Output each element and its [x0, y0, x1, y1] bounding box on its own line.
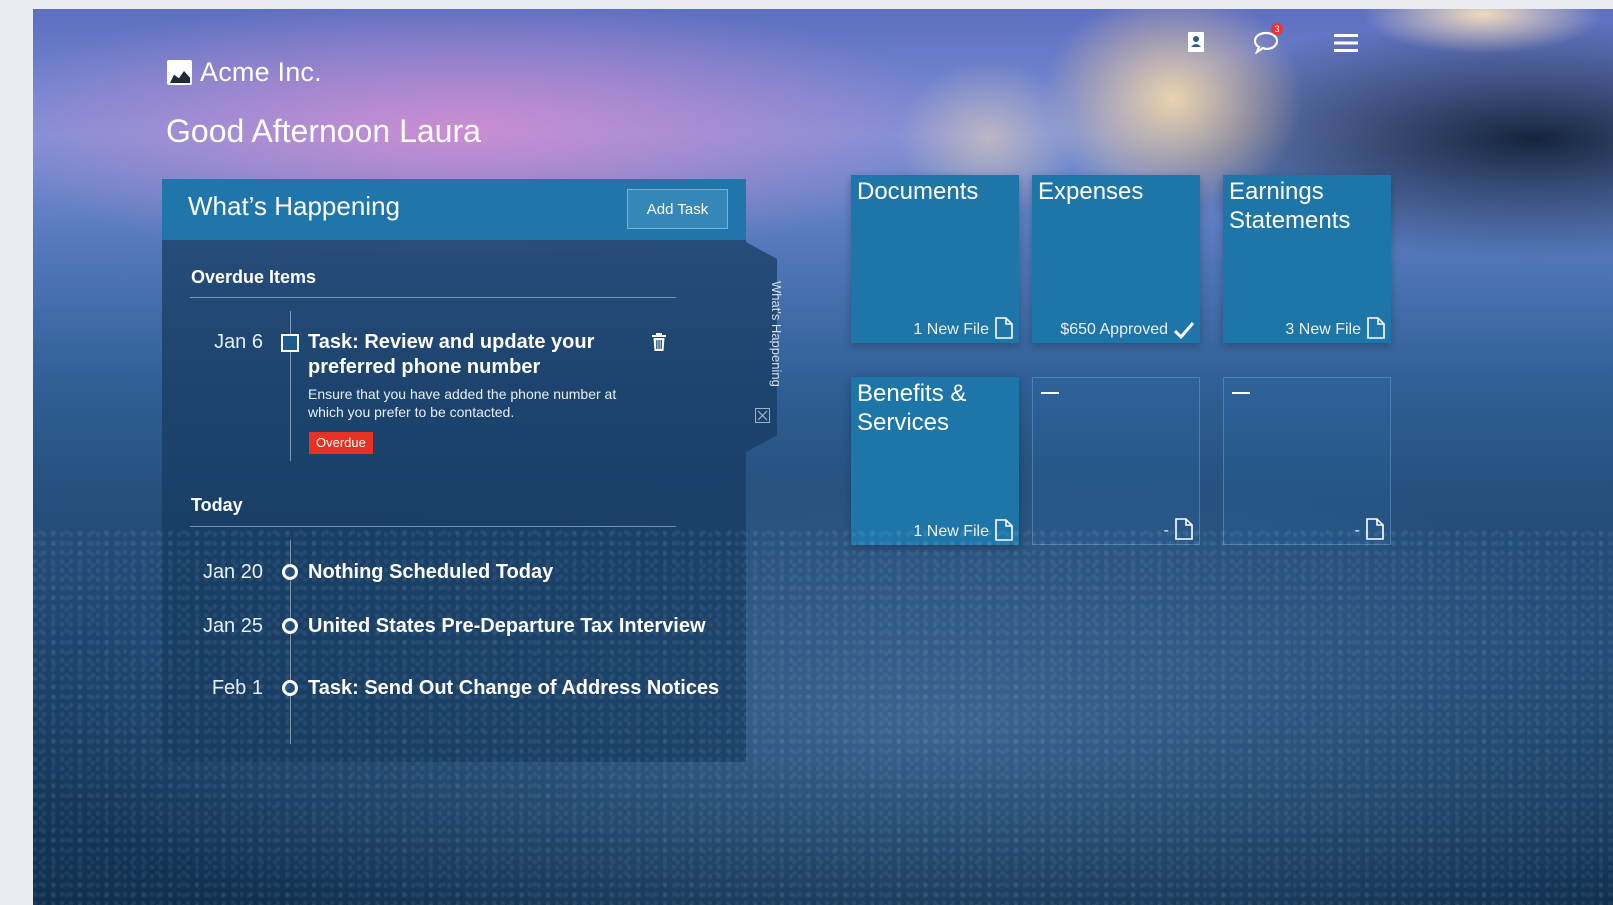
dashboard-background: Acme Inc. Good Afternoon Laura 3 What’s … [33, 9, 1613, 905]
tile-empty[interactable]: - [1223, 377, 1391, 545]
overdue-task-description-line2: which you prefer to be contacted. [308, 404, 515, 420]
overdue-divider [190, 297, 676, 298]
checkmark-icon [1174, 322, 1194, 339]
tile-footer: 1 New File [913, 317, 1013, 339]
tile-documents[interactable]: Documents 1 New File [851, 175, 1019, 343]
overdue-task-title-line2[interactable]: preferred phone number [308, 355, 540, 380]
brand-name: Acme Inc. [200, 57, 322, 87]
tile-benefits-services[interactable]: Benefits & Services 1 New File [851, 377, 1019, 545]
tile-title: Documents [857, 178, 979, 205]
file-icon [1366, 518, 1384, 540]
tile-footer-text: 1 New File [913, 523, 989, 540]
chat-bubble-icon[interactable]: 3 [1251, 23, 1283, 57]
today-item-title[interactable]: Nothing Scheduled Today [308, 560, 553, 585]
overdue-item-date: Jan 6 [214, 331, 263, 353]
today-divider [190, 526, 676, 527]
tile-footer: - [1164, 518, 1193, 540]
tile-dash [1232, 392, 1250, 394]
timeline-dot [282, 564, 298, 580]
file-icon [995, 519, 1013, 541]
today-item-title[interactable]: United States Pre-Departure Tax Intervie… [308, 614, 706, 639]
tile-footer-text: - [1354, 522, 1360, 539]
chat-badge: 3 [1271, 23, 1283, 35]
file-icon [1367, 317, 1385, 339]
task-checkbox[interactable] [281, 334, 299, 352]
file-icon [995, 317, 1013, 339]
today-section-title: Today [191, 495, 243, 515]
collapse-panel-icon[interactable] [755, 408, 770, 423]
tile-earnings-statements[interactable]: Earnings Statements 3 New File [1223, 175, 1391, 343]
timeline-dot [282, 618, 298, 634]
timeline-dot [282, 680, 298, 696]
today-item-date: Jan 20 [202, 561, 263, 583]
tile-footer: 3 New File [1285, 317, 1385, 339]
hamburger-menu-icon[interactable] [1331, 28, 1361, 58]
tile-footer-text: 3 New File [1285, 321, 1361, 338]
greeting: Good Afternoon Laura [166, 113, 481, 149]
tile-empty[interactable]: - [1032, 377, 1200, 545]
tile-title: Expenses [1038, 178, 1144, 205]
file-icon [1175, 518, 1193, 540]
side-tab-label: What's Happening [769, 281, 784, 387]
tile-footer-text: - [1163, 522, 1169, 539]
panel-title: What’s Happening [188, 191, 400, 221]
brand: Acme Inc. [167, 57, 322, 88]
overdue-task-description-line1: Ensure that you have added the phone num… [308, 386, 617, 402]
today-item-date: Jan 25 [202, 615, 263, 637]
tile-footer: 1 New File [913, 519, 1013, 541]
tile-dash [1041, 392, 1059, 394]
tile-footer: $650 Approved [1060, 321, 1194, 339]
tile-title: Earnings Statements [1229, 178, 1351, 234]
tile-footer-text: $650 Approved [1060, 321, 1168, 338]
add-task-button[interactable]: Add Task [627, 189, 728, 229]
overdue-section-title: Overdue Items [191, 267, 317, 287]
tile-expenses[interactable]: Expenses $650 Approved [1032, 175, 1200, 343]
tile-footer: - [1355, 518, 1384, 540]
overdue-task-title-line1[interactable]: Task: Review and update your [308, 330, 594, 355]
panel-header: What’s Happening Add Task [162, 179, 746, 240]
brand-logo-icon [167, 60, 192, 85]
tile-title: Benefits & Services [857, 380, 967, 436]
tile-footer-text: 1 New File [913, 321, 989, 338]
today-item-date: Feb 1 [211, 677, 263, 699]
overdue-status-badge: Overdue [309, 432, 373, 454]
trash-icon[interactable] [644, 329, 674, 355]
contact-card-icon[interactable] [1181, 27, 1211, 57]
today-item-title[interactable]: Task: Send Out Change of Address Notices [308, 676, 719, 701]
